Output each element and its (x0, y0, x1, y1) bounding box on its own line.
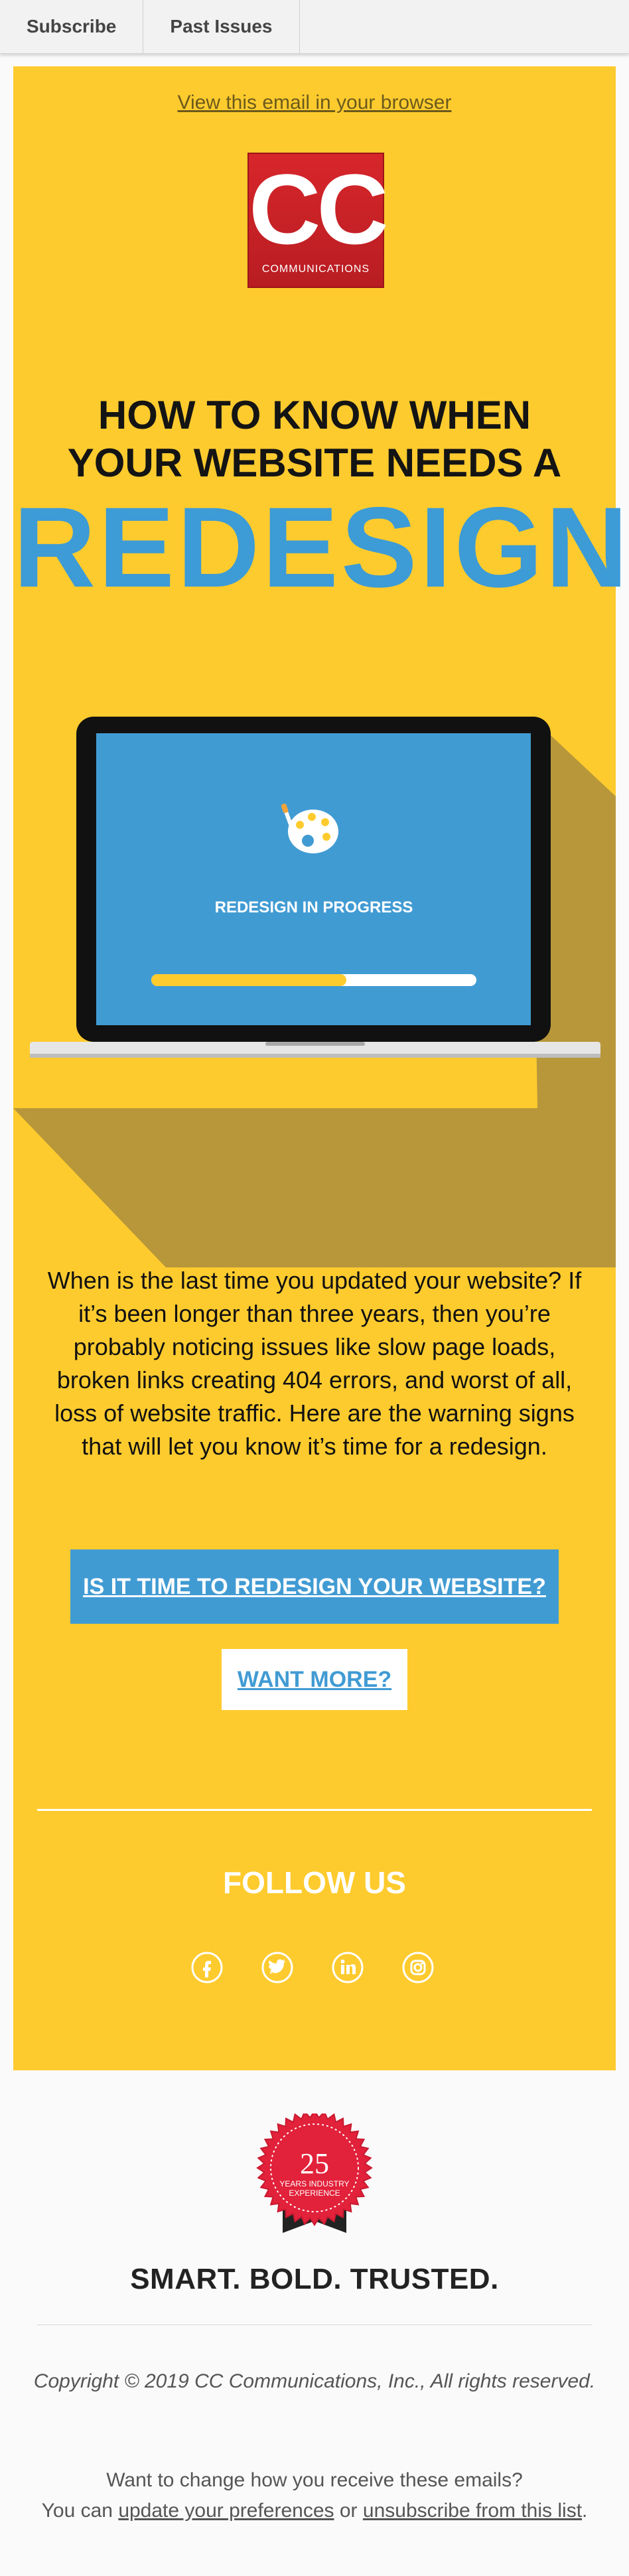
laptop-illustration: REDESIGN IN PROGRESS (13, 717, 616, 1267)
want-more-button[interactable]: WANT MORE? (222, 1649, 407, 1710)
past-issues-link[interactable]: Past Issues (143, 0, 300, 53)
view-in-browser-link[interactable]: View this email in your browser (13, 92, 616, 114)
logo-letters: CC (249, 153, 389, 265)
intro-paragraph: When is the last time you updated your w… (47, 1267, 582, 1460)
prefs-end: . (582, 2500, 588, 2522)
update-preferences-link[interactable]: update your preferences (118, 2500, 334, 2522)
tagline: SMART. BOLD. TRUSTED. (130, 2263, 499, 2295)
linkedin-icon[interactable] (331, 1951, 364, 1984)
progress-fill (151, 974, 346, 986)
instagram-icon[interactable] (401, 1951, 435, 1984)
cc-communications-logo[interactable]: CC COMMUNICATIONS (247, 153, 389, 288)
redesign-cta-button[interactable]: IS IT TIME TO REDESIGN YOUR WEBSITE? (70, 1549, 559, 1624)
logo-subtitle: COMMUNICATIONS (261, 263, 370, 275)
divider (37, 1809, 592, 1811)
facebook-icon[interactable] (190, 1951, 224, 1984)
headline: HOW TO KNOW WHEN YOUR WEBSITE NEEDS A (13, 392, 616, 487)
headline-big-word: REDESIGN (13, 484, 629, 611)
email-preferences: Want to change how you receive these ema… (0, 2465, 629, 2526)
years-experience-badge: 25 YEARS INDUSTRY EXPERIENCE (256, 2113, 373, 2233)
follow-us-title: FOLLOW US (223, 1865, 406, 1900)
unsubscribe-link[interactable]: unsubscribe from this list (363, 2500, 582, 2522)
badge-line-2: EXPERIENCE (289, 2188, 340, 2198)
headline-line-1: HOW TO KNOW WHEN (98, 393, 531, 437)
copyright-text: Copyright © 2019 CC Communications, Inc.… (33, 2370, 596, 2392)
prefs-you-can: You can (41, 2500, 113, 2522)
subscribe-link[interactable]: Subscribe (0, 0, 144, 53)
headline-line-2: YOUR WEBSITE NEEDS A (67, 441, 562, 485)
badge-line-1: YEARS INDUSTRY (279, 2179, 349, 2188)
screen-label: REDESIGN IN PROGRESS (215, 898, 413, 916)
prefs-or: or (339, 2500, 358, 2522)
prefs-question: Want to change how you receive these ema… (106, 2469, 523, 2491)
twitter-icon[interactable] (261, 1951, 294, 1984)
laptop-base-edge (30, 1054, 600, 1058)
prefs-line: You can update your preferences or unsub… (0, 2496, 629, 2526)
laptop-notch (265, 1042, 365, 1046)
email-card: View this email in your browser CC COMMU… (13, 66, 629, 2070)
top-nav-bar: Subscribe Past Issues (0, 0, 629, 54)
badge-number: 25 (300, 2147, 329, 2180)
